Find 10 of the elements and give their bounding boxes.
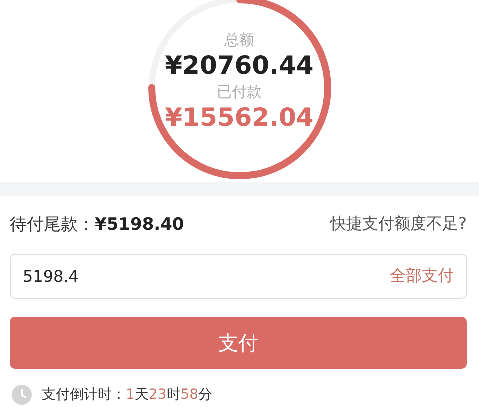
balance-label: 待付尾款： [10,214,95,236]
paid-amount: ¥15562.04 [165,102,314,134]
countdown-text: 支付倒计时：1天23时58分 [42,386,213,404]
quota-link[interactable]: 快捷支付额度不足? [330,214,467,236]
pay-all-button[interactable]: 全部支付 [390,266,454,287]
total-amount: ¥20760.44 [165,50,314,82]
balance-amount: ¥5198.40 [95,215,184,236]
paid-label: 已付款 [217,82,262,102]
amount-field[interactable]: 5198.4 全部支付 [10,254,467,299]
total-label: 总额 [224,30,254,50]
